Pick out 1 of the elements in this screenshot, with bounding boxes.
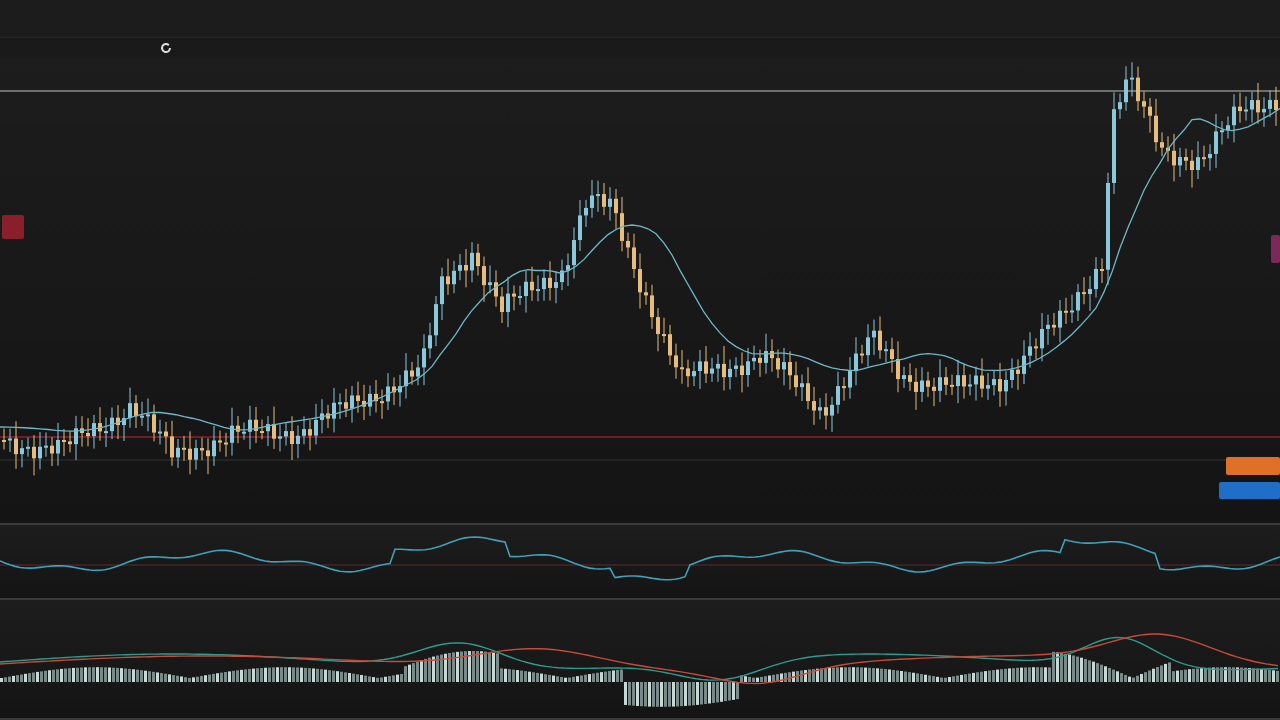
refresh-icon[interactable] [160,41,172,54]
